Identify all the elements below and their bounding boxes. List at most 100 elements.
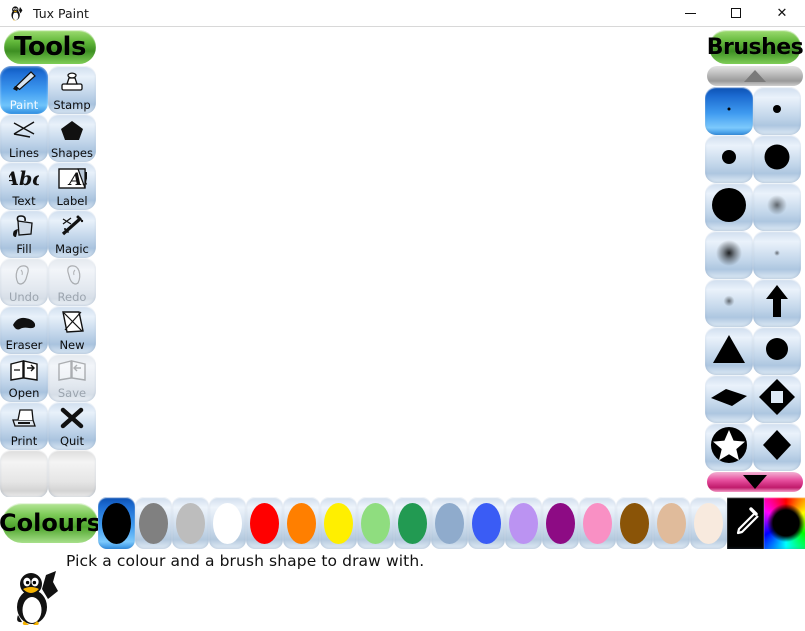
colour-blob bbox=[694, 502, 723, 544]
status-message: Pick a colour and a brush shape to draw … bbox=[66, 552, 425, 570]
tool-button-magic[interactable]: Magic bbox=[48, 210, 96, 258]
tool-button-label[interactable]: Ab Label bbox=[48, 162, 96, 210]
colour-swatch-black[interactable] bbox=[98, 497, 135, 549]
colour-swatch-slate-blue[interactable] bbox=[431, 497, 468, 549]
brush-fuzzy-large bbox=[706, 231, 752, 279]
brush-button-2[interactable] bbox=[705, 135, 753, 183]
tool-button-paint[interactable]: Paint bbox=[0, 66, 48, 114]
eraser-icon bbox=[0, 308, 48, 336]
tool-label: Undo bbox=[8, 290, 40, 304]
colour-swatch-cream[interactable] bbox=[690, 497, 727, 549]
tool-button-text[interactable]: Abc Text bbox=[0, 162, 48, 210]
brush-fuzzy-small bbox=[706, 279, 752, 327]
brush-button-4[interactable] bbox=[705, 183, 753, 231]
brush-button-1[interactable] bbox=[753, 87, 801, 135]
colour-swatch-orange[interactable] bbox=[283, 497, 320, 549]
app-body: Tools Paint Stamp Lines Shapes Abc Text Ab Labe… bbox=[0, 27, 805, 631]
colour-swatch-green[interactable] bbox=[394, 497, 431, 549]
tool-empty-slot bbox=[0, 450, 48, 498]
title-bar: Tux Paint ✕ bbox=[0, 0, 805, 27]
eyedropper-icon bbox=[731, 500, 761, 546]
lines-icon bbox=[0, 116, 48, 144]
tools-header: Tools bbox=[4, 30, 96, 64]
brush-button-10[interactable] bbox=[705, 327, 753, 375]
paint-bucket-icon bbox=[0, 212, 48, 240]
brush-button-0[interactable] bbox=[705, 87, 753, 135]
colours-header: Colours bbox=[0, 503, 101, 543]
colour-swatch-white[interactable] bbox=[209, 497, 246, 549]
brush-button-12[interactable] bbox=[705, 375, 753, 423]
tool-button-open[interactable]: Open bbox=[0, 354, 48, 402]
colour-blob bbox=[213, 502, 242, 544]
tool-label: Shapes bbox=[50, 146, 93, 160]
colour-swatch-tan[interactable] bbox=[653, 497, 690, 549]
maximize-button[interactable] bbox=[713, 0, 759, 27]
colour-swatch-brown[interactable] bbox=[616, 497, 653, 549]
close-button[interactable]: ✕ bbox=[759, 0, 805, 27]
colour-swatch-yellow[interactable] bbox=[320, 497, 357, 549]
drawing-canvas[interactable] bbox=[100, 27, 705, 497]
colour-swatch-pink[interactable] bbox=[579, 497, 616, 549]
colour-swatch-dark-grey[interactable] bbox=[135, 497, 172, 549]
brushes-panel: Brushes bbox=[705, 27, 805, 497]
brush-arrow-up bbox=[754, 279, 800, 327]
brushes-scroll-up-button[interactable] bbox=[707, 66, 803, 86]
tool-button-undo: Undo bbox=[0, 258, 48, 306]
tool-label: Text bbox=[12, 194, 36, 208]
colour-swatch-lavender[interactable] bbox=[505, 497, 542, 549]
colour-swatch-light-grey[interactable] bbox=[172, 497, 209, 549]
colour-blob bbox=[324, 502, 353, 544]
brush-button-11[interactable] bbox=[753, 327, 801, 375]
brush-button-6[interactable] bbox=[705, 231, 753, 279]
brush-button-5[interactable] bbox=[753, 183, 801, 231]
tool-label: Fill bbox=[16, 242, 32, 256]
tools-grid: Paint Stamp Lines Shapes Abc Text Ab Label Fill M… bbox=[0, 66, 100, 498]
colour-blob bbox=[620, 502, 649, 544]
colour-swatch-rainbow-picker[interactable] bbox=[764, 497, 805, 549]
colour-blob bbox=[176, 502, 205, 544]
tool-button-quit[interactable]: Quit bbox=[48, 402, 96, 450]
brush-button-8[interactable] bbox=[705, 279, 753, 327]
colour-swatch-colour-picker[interactable] bbox=[727, 497, 764, 549]
brush-button-13[interactable] bbox=[753, 375, 801, 423]
brush-button-7[interactable] bbox=[753, 231, 801, 279]
brushes-scroll-down-button[interactable] bbox=[707, 472, 803, 492]
tool-empty-slot bbox=[48, 450, 96, 498]
colour-swatch-blue[interactable] bbox=[468, 497, 505, 549]
colour-blob bbox=[398, 502, 427, 544]
redo-hand-icon bbox=[48, 260, 96, 288]
colour-swatch-light-green[interactable] bbox=[357, 497, 394, 549]
tool-button-shapes[interactable]: Shapes bbox=[48, 114, 96, 162]
colour-blob bbox=[472, 502, 501, 544]
tool-button-new[interactable]: New bbox=[48, 306, 96, 354]
colour-blob bbox=[657, 502, 686, 544]
brush-button-15[interactable] bbox=[753, 423, 801, 471]
tool-button-stamp[interactable]: Stamp bbox=[48, 66, 96, 114]
tool-label: Lines bbox=[9, 146, 39, 160]
colours-panel: Colours bbox=[0, 497, 805, 549]
tools-panel: Tools Paint Stamp Lines Shapes Abc Text Ab Labe… bbox=[0, 27, 100, 498]
tool-button-print[interactable]: Print bbox=[0, 402, 48, 450]
stamp-icon bbox=[48, 68, 96, 96]
brush-dot-large bbox=[754, 135, 800, 183]
brush-button-14[interactable] bbox=[705, 423, 753, 471]
colour-swatch-red[interactable] bbox=[246, 497, 283, 549]
tool-button-save: Save bbox=[48, 354, 96, 402]
minimize-button[interactable] bbox=[667, 0, 713, 27]
colour-blob bbox=[250, 502, 279, 544]
brush-button-9[interactable] bbox=[753, 279, 801, 327]
magic-wand-icon bbox=[48, 212, 96, 240]
tool-button-fill[interactable]: Fill bbox=[0, 210, 48, 258]
save-book-icon bbox=[48, 356, 96, 384]
printer-icon bbox=[0, 404, 48, 432]
brush-button-3[interactable] bbox=[753, 135, 801, 183]
tool-label: Open bbox=[8, 386, 40, 400]
tool-label: Print bbox=[10, 434, 38, 448]
colour-swatch-purple[interactable] bbox=[542, 497, 579, 549]
abc-text-icon: Abc bbox=[0, 164, 48, 192]
tool-button-eraser[interactable]: Eraser bbox=[0, 306, 48, 354]
triangle-down-icon bbox=[743, 475, 767, 489]
brushes-grid bbox=[705, 87, 805, 471]
tool-label: Eraser bbox=[5, 338, 43, 352]
tool-button-lines[interactable]: Lines bbox=[0, 114, 48, 162]
